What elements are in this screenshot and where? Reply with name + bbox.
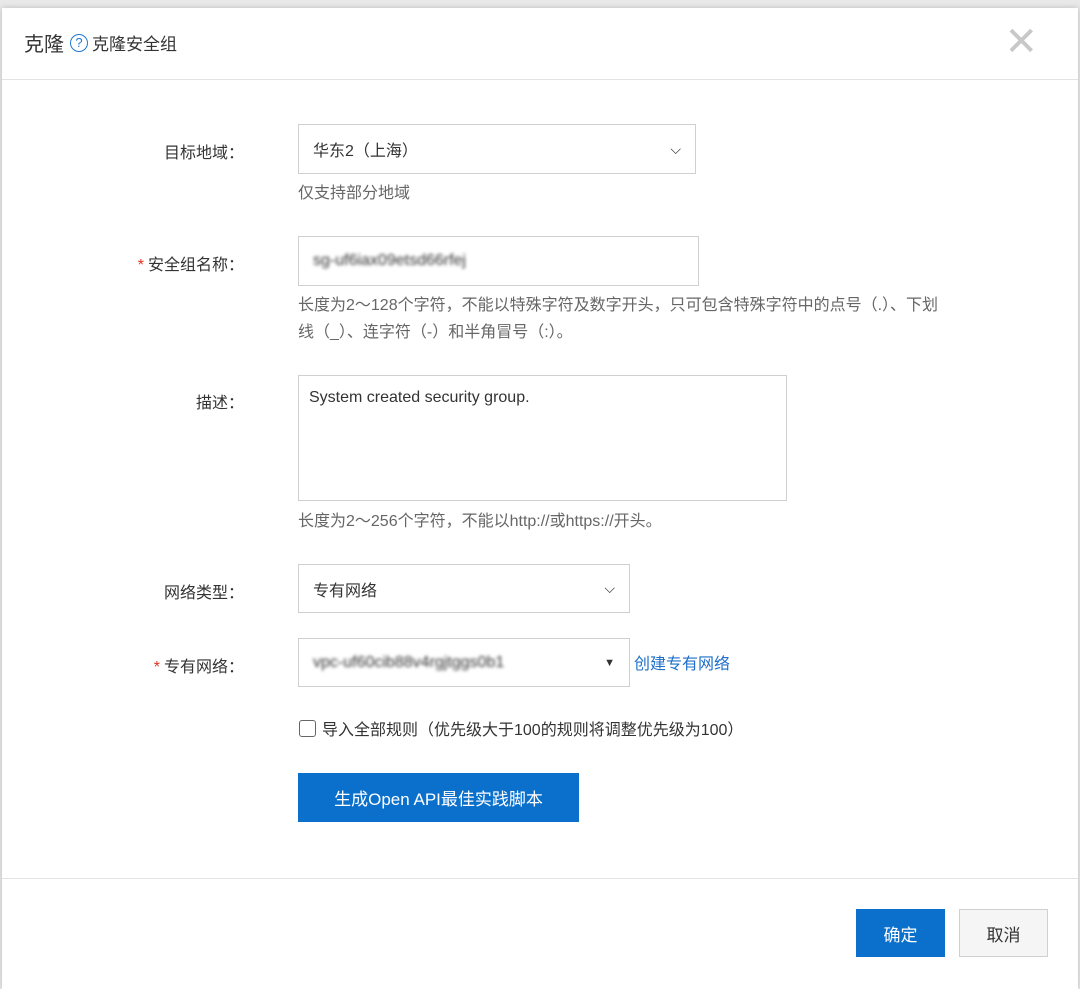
region-label: 目标地域： xyxy=(163,145,244,162)
dialog-header: 克隆 ? 克隆安全组 ✕ xyxy=(2,8,1078,80)
footer-divider xyxy=(2,878,1078,879)
description-hint: 长度为2～256个字符，不能以http://或https://开头。 xyxy=(298,513,662,530)
name-label: * 安全组名称： xyxy=(138,251,244,275)
cancel-button[interactable]: 取消 xyxy=(959,909,1048,957)
description-textarea[interactable]: System created security group. xyxy=(298,375,787,501)
generate-openapi-script-button[interactable]: 生成Open API最佳实践脚本 xyxy=(298,773,579,822)
dialog-title: 克隆 ? 克隆安全组 xyxy=(24,28,177,57)
help-icon[interactable]: ? xyxy=(70,33,88,52)
import-rules-label: 导入全部规则（优先级大于100的规则将调整优先级为100） xyxy=(322,722,744,739)
chevron-down-icon: ⌵ xyxy=(604,580,615,596)
required-mark: * xyxy=(137,257,144,274)
name-hint-1: 长度为2～128个字符，不能以特殊字符及数字开头，只可包含特殊字符中的点号（.）… xyxy=(298,297,939,314)
vpc-label-text: 专有网络： xyxy=(163,659,244,676)
import-rules-checkbox[interactable]: 导入全部规则（优先级大于100的规则将调整优先级为100） xyxy=(299,716,743,740)
region-value: 华东2（上海） xyxy=(313,143,418,160)
clone-security-group-dialog: 克隆 ? 克隆安全组 ✕ 目标地域： 华东2（上海） ⌵ 仅支持部分地域 * 安全… xyxy=(2,8,1078,989)
close-icon[interactable]: ✕ xyxy=(1004,22,1038,62)
name-label-text: 安全组名称： xyxy=(147,257,244,274)
region-select[interactable]: 华东2（上海） ⌵ xyxy=(298,124,696,174)
region-hint: 仅支持部分地域 xyxy=(298,185,411,202)
checkbox-icon[interactable] xyxy=(299,719,316,737)
name-input[interactable]: sg-uf6iax09etsd66rfej xyxy=(298,236,699,286)
name-value: sg-uf6iax09etsd66rfej xyxy=(313,252,466,269)
network-type-select[interactable]: 专有网络 ⌵ xyxy=(298,564,630,613)
vpc-label: * 专有网络： xyxy=(154,653,244,677)
name-hint-2: 线（_）、连字符（-）和半角冒号（:）。 xyxy=(298,324,573,341)
network-type-value: 专有网络 xyxy=(313,582,378,600)
description-label: 描述： xyxy=(195,395,244,412)
chevron-down-icon: ⌵ xyxy=(670,140,681,157)
create-vpc-link[interactable]: 创建专有网络 xyxy=(634,650,730,674)
vpc-value: vpc-uf60cib88v4rgjtggs0b1 xyxy=(313,653,505,671)
vpc-select[interactable]: vpc-uf60cib88v4rgjtggs0b1 ▼ xyxy=(298,638,630,687)
network-type-label: 网络类型： xyxy=(163,585,244,602)
ok-button[interactable]: 确定 xyxy=(856,909,945,957)
required-mark: * xyxy=(153,659,160,676)
subtitle-text: 克隆安全组 xyxy=(92,35,177,54)
description-value: System created security group. xyxy=(309,389,530,406)
title-text: 克隆 xyxy=(24,34,64,56)
caret-down-icon: ▼ xyxy=(604,656,615,669)
